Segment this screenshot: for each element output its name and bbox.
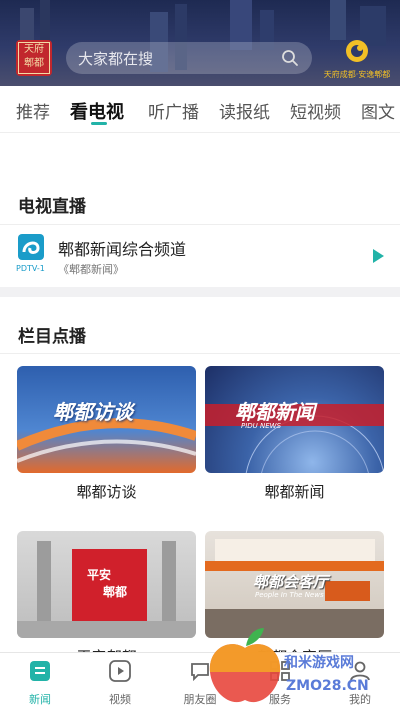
channel-tabs: 推荐 看电视 听广播 读报纸 短视频 图文 <box>0 86 400 133</box>
channel-code: PDTV-1 <box>16 264 45 273</box>
tab-radio[interactable]: 听广播 <box>148 98 199 123</box>
app-header: 天府 郫都 大家都在搜 天府成都·安逸郫都 <box>0 0 400 86</box>
brand-slogan: 天府成都·安逸郫都 <box>323 70 391 79</box>
program-card-safety[interactable]: 平安 郫都 平安郫都 <box>17 531 196 667</box>
active-tab-indicator <box>91 122 107 125</box>
watermark-text: 和米游戏网 <box>284 655 354 671</box>
channel-name: 郫都新闻综合频道 <box>58 240 187 259</box>
news-icon <box>30 661 50 681</box>
nav-label: 视频 <box>109 693 131 706</box>
app-logo[interactable]: 天府 郫都 <box>16 40 52 76</box>
thumbnail-title: 郫都 <box>103 585 128 599</box>
nav-video[interactable]: 视频 <box>90 659 150 707</box>
nav-news[interactable]: 新闻 <box>10 659 70 707</box>
tab-newspaper[interactable]: 读报纸 <box>219 98 270 123</box>
logo-text-bottom: 郫都 <box>24 58 44 69</box>
program-thumbnail[interactable]: 郫都访谈 <box>17 366 196 473</box>
tab-photo-text[interactable]: 图文 <box>361 98 395 123</box>
video-play-icon <box>109 660 131 682</box>
thumbnail-title: 郫都会客厅 <box>253 573 329 591</box>
thumbnail-subtitle: People In The News <box>255 591 324 599</box>
thumbnail-subtitle: PIDU NEWS <box>241 422 282 430</box>
program-card-interview[interactable]: 郫都访谈 郫都访谈 <box>17 366 196 502</box>
program-label: 郫都新闻 <box>264 483 325 501</box>
section-separator <box>0 287 400 297</box>
logo-text-top: 天府 <box>24 44 44 55</box>
thumbnail-title: 郫都新闻 <box>235 400 315 424</box>
program-thumbnail[interactable]: 郫都新闻 PIDU NEWS <box>205 366 384 473</box>
pdtv-channel-logo-icon <box>18 234 44 260</box>
watermark-url: ZMO28.CN <box>286 678 369 694</box>
play-icon[interactable] <box>373 249 384 263</box>
thumbnail-title: 平安 <box>87 568 112 582</box>
thumbnail-title: 郫都访谈 <box>53 400 133 424</box>
program-thumbnail[interactable]: 平安 郫都 <box>17 531 196 638</box>
program-label: 郫都访谈 <box>76 483 137 501</box>
vod-section-title: 栏目点播 <box>18 327 86 347</box>
search-placeholder: 大家都在搜 <box>78 49 154 68</box>
divider <box>0 224 400 225</box>
divider <box>0 353 400 354</box>
search-bar[interactable]: 大家都在搜 <box>66 42 312 74</box>
program-card-news[interactable]: 郫都新闻 PIDU NEWS 郫都新闻 <box>205 366 384 502</box>
tab-short-video[interactable]: 短视频 <box>290 98 341 123</box>
nav-label: 新闻 <box>29 693 51 706</box>
sun-bird-logo-icon <box>346 40 368 62</box>
current-program: 《郫都新闻》 <box>58 263 124 276</box>
tab-watch-tv[interactable]: 看电视 <box>70 98 124 124</box>
tab-recommend[interactable]: 推荐 <box>16 98 50 123</box>
search-icon[interactable] <box>280 48 300 68</box>
brand-badge[interactable]: 天府成都·安逸郫都 <box>314 38 400 82</box>
live-tv-section-title: 电视直播 <box>18 197 86 217</box>
live-channel-row[interactable]: PDTV-1 郫都新闻综合频道 《郫都新闻》 <box>0 226 400 284</box>
